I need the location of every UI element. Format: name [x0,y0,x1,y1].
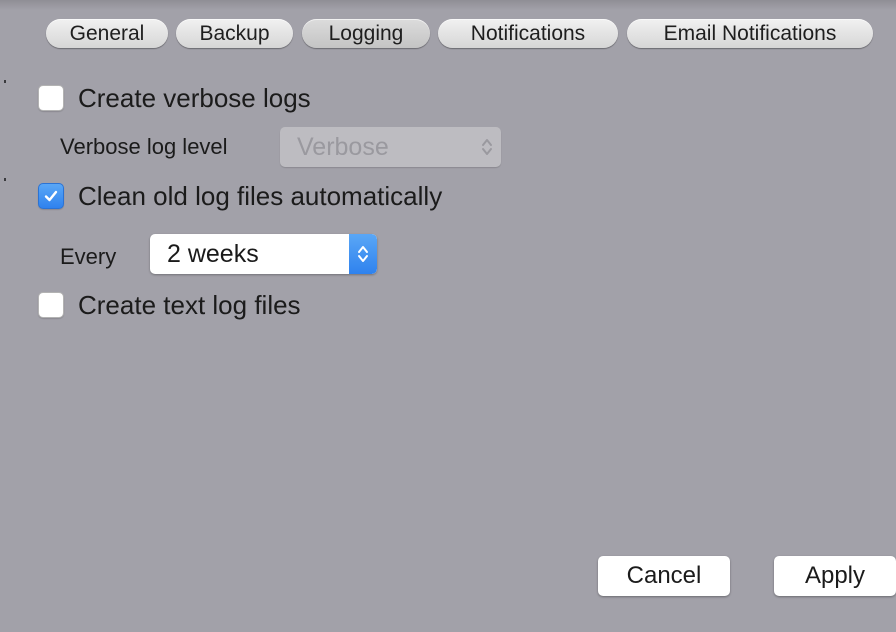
window-edge-mark [4,80,6,83]
text-logs-checkbox[interactable] [38,292,64,318]
tab-logging[interactable]: Logging [302,19,430,48]
verbose-logs-label: Create verbose logs [78,82,311,113]
window-edge-mark [4,178,6,181]
tab-email-notifications[interactable]: Email Notifications [627,19,873,48]
text-logs-label: Create text log files [78,289,301,320]
verbose-log-level-value: Verbose [297,133,389,161]
checkmark-icon [44,190,58,202]
verbose-logs-row[interactable]: Create verbose logs [38,83,311,113]
tab-notifications[interactable]: Notifications [438,19,618,48]
up-down-chevron-icon [473,127,501,167]
up-down-chevron-icon [349,234,377,274]
clean-interval-value: 2 weeks [167,240,259,268]
clean-old-logs-checkbox[interactable] [38,183,64,209]
tab-general[interactable]: General [46,19,168,48]
verbose-logs-checkbox[interactable] [38,85,64,111]
clean-interval-popup[interactable]: 2 weeks [150,234,377,274]
window-top-edge [0,0,896,10]
verbose-log-level-label: Verbose log level [60,134,228,159]
clean-old-logs-label: Clean old log files automatically [78,180,443,211]
text-logs-row[interactable]: Create text log files [38,290,301,320]
verbose-log-level-popup[interactable]: Verbose [280,127,501,167]
cancel-button[interactable]: Cancel [598,556,730,596]
clean-interval-label: Every [60,244,117,269]
clean-old-logs-row[interactable]: Clean old log files automatically [38,181,442,211]
tab-backup[interactable]: Backup [176,19,293,48]
apply-button[interactable]: Apply [774,556,896,596]
